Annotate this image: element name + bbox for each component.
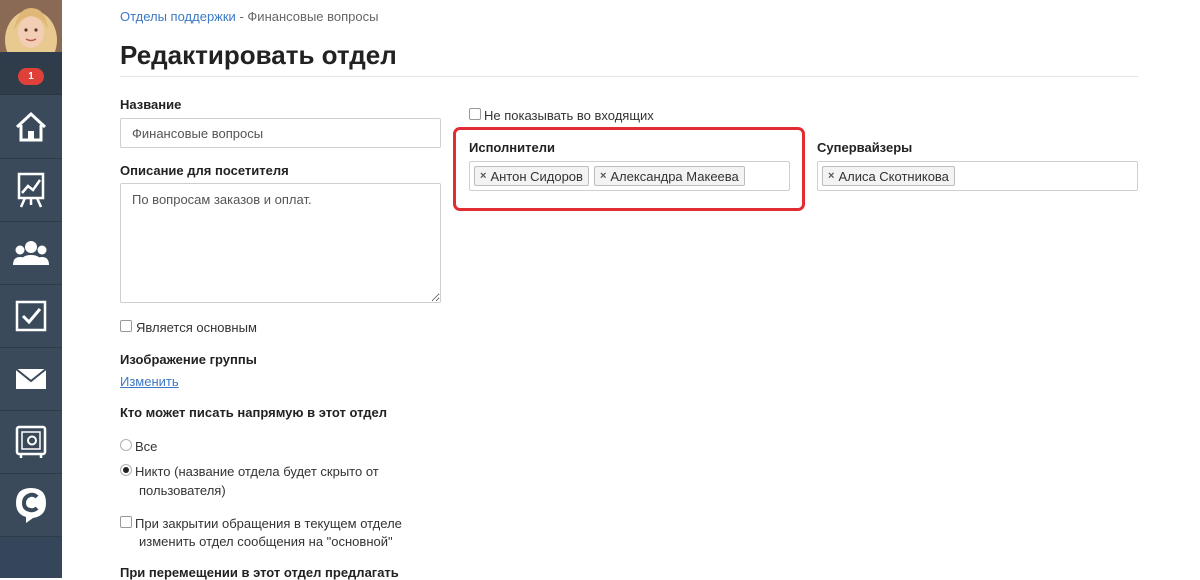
radio-all-label: Все [135, 439, 158, 454]
hide-inbox-checkbox[interactable] [469, 108, 481, 120]
sidebar-item-brand[interactable] [0, 473, 62, 537]
radio-nobody-label-line2: пользователя) [139, 483, 226, 498]
sidebar-item-mail[interactable] [0, 347, 62, 411]
description-field[interactable]: По вопросам заказов и оплат. [120, 183, 441, 303]
page-title: Редактировать отдел [120, 40, 397, 70]
sidebar: 1 [0, 0, 62, 578]
on-close-label-line1: При закрытии обращения в текущем отделе [135, 516, 402, 531]
chat-c-icon [16, 487, 46, 523]
title-divider [120, 76, 1138, 77]
name-field[interactable] [120, 118, 441, 148]
who-can-write-label: Кто может писать напрямую в этот отдел [120, 405, 388, 420]
checkbox-icon [15, 300, 47, 331]
safe-icon [15, 425, 47, 458]
breadcrumb-current: Финансовые вопросы [247, 9, 379, 24]
breadcrumb-parent-link[interactable]: Отделы поддержки [120, 9, 236, 24]
sidebar-bottom [0, 537, 62, 578]
supervisors-field[interactable]: × Алиса Скотникова [817, 161, 1138, 191]
avatar[interactable] [0, 0, 62, 62]
radio-all[interactable] [120, 439, 132, 451]
sidebar-item-settings[interactable] [0, 410, 62, 474]
is-main-checkbox[interactable] [120, 320, 132, 332]
hide-inbox-label: Не показывать во входящих [484, 108, 654, 123]
sidebar-item-tasks[interactable] [0, 284, 62, 348]
name-label: Название [120, 97, 182, 112]
description-label: Описание для посетителя [120, 163, 289, 178]
chart-easel-icon [17, 172, 45, 208]
notification-badge[interactable]: 1 [18, 68, 44, 85]
on-close-checkbox[interactable] [120, 516, 132, 528]
home-icon [15, 111, 47, 141]
sidebar-item-home[interactable] [0, 95, 62, 159]
is-main-label: Является основным [136, 320, 257, 335]
on-close-label-line2: изменить отдел сообщения на "основной" [139, 534, 393, 549]
supervisor-tag: × Алиса Скотникова [822, 166, 955, 186]
users-group-icon [13, 240, 49, 265]
change-image-link[interactable]: Изменить [120, 374, 179, 389]
breadcrumb: Отделы поддержки - Финансовые вопросы [120, 9, 378, 24]
group-image-label: Изображение группы [120, 352, 257, 367]
sidebar-item-reports[interactable] [0, 158, 62, 222]
radio-nobody-label-line1: Никто (название отдела будет скрыто от [135, 464, 379, 479]
supervisor-tag-label: Алиса Скотникова [838, 168, 949, 184]
remove-tag-icon[interactable]: × [828, 170, 834, 182]
breadcrumb-separator: - [239, 9, 244, 24]
radio-nobody[interactable] [120, 464, 132, 476]
executors-highlight-frame [453, 127, 805, 211]
supervisors-label: Супервайзеры [817, 140, 913, 155]
sidebar-item-users[interactable] [0, 221, 62, 285]
envelope-icon [15, 367, 47, 389]
